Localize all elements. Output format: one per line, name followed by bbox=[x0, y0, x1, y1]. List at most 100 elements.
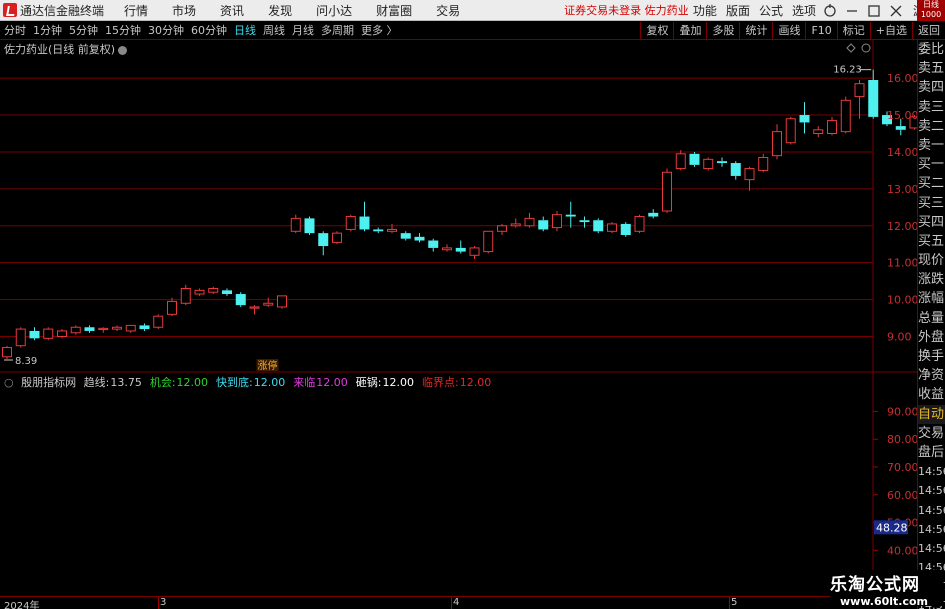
period-30min[interactable]: 30分钟 bbox=[148, 22, 184, 38]
candle-body-up[interactable] bbox=[180, 288, 191, 304]
candle-body-down[interactable] bbox=[222, 290, 232, 295]
candle-body-up[interactable] bbox=[153, 315, 164, 328]
period-more[interactable]: 更多 〉 bbox=[361, 22, 398, 38]
period-5min[interactable]: 5分钟 bbox=[69, 22, 98, 38]
candle-body-down[interactable] bbox=[895, 126, 906, 130]
menu-layout[interactable]: 版面 bbox=[726, 2, 750, 19]
side-panel-item[interactable]: 收益 bbox=[918, 385, 945, 404]
menu-options[interactable]: 选项 bbox=[792, 2, 816, 19]
side-panel-item[interactable]: 14:56 bbox=[918, 481, 945, 500]
candle-body-up[interactable] bbox=[387, 228, 397, 232]
side-panel-item[interactable]: 涨幅 bbox=[918, 289, 945, 308]
tool-draw[interactable]: 画线 bbox=[772, 22, 805, 39]
side-panel-item[interactable]: 14:56 bbox=[918, 501, 945, 520]
side-panel-item[interactable]: 卖四 bbox=[918, 78, 945, 97]
side-panel-item[interactable]: 现价 bbox=[918, 251, 945, 270]
candle-body-up[interactable] bbox=[827, 120, 837, 135]
candle-body-up[interactable] bbox=[15, 328, 26, 347]
side-panel-item[interactable]: 14:56 bbox=[918, 520, 945, 539]
menu-formula[interactable]: 公式 bbox=[759, 2, 783, 19]
candle-body-up[interactable] bbox=[758, 156, 769, 171]
side-panel-item[interactable]: 买二 bbox=[918, 174, 945, 193]
candle-body-up[interactable] bbox=[57, 330, 67, 337]
candle-body-down[interactable] bbox=[359, 216, 370, 230]
side-panel-item[interactable]: 净资 bbox=[918, 366, 945, 385]
tool-f10[interactable]: F10 bbox=[805, 22, 836, 39]
candle-body-down[interactable] bbox=[84, 327, 95, 331]
candle-body-up[interactable] bbox=[703, 158, 714, 170]
tool-adjust[interactable]: 复权 bbox=[640, 22, 673, 39]
circle-icon[interactable] bbox=[861, 43, 871, 53]
menu-function[interactable]: 功能 bbox=[693, 2, 717, 19]
candle-body-up[interactable] bbox=[263, 302, 274, 306]
period-multi[interactable]: 多周期 bbox=[321, 22, 354, 38]
side-panel-item[interactable]: 买三 bbox=[918, 194, 945, 213]
tool-back[interactable]: 返回 bbox=[912, 22, 945, 39]
menu-wealth[interactable]: 财富圈 bbox=[376, 2, 412, 19]
indicator-circle-icon[interactable]: ○ bbox=[4, 376, 14, 389]
candle-body-down[interactable] bbox=[565, 214, 576, 217]
minimize-icon[interactable] bbox=[844, 3, 860, 19]
login-notice[interactable]: 证券交易未登录 佐力药业 bbox=[564, 2, 689, 18]
candle-body-up[interactable] bbox=[290, 217, 301, 232]
candle-body-up[interactable] bbox=[43, 328, 54, 339]
period-monthly[interactable]: 月线 bbox=[292, 22, 314, 38]
candle-body-down[interactable] bbox=[579, 220, 590, 223]
candle-body-down[interactable] bbox=[318, 233, 329, 247]
candle-body-up[interactable] bbox=[785, 118, 796, 144]
candle-body-down[interactable] bbox=[538, 220, 549, 230]
candle-body-up[interactable] bbox=[249, 306, 260, 309]
candle-body-down[interactable] bbox=[799, 115, 810, 123]
candle-body-down[interactable] bbox=[428, 240, 439, 248]
tool-add-watchlist[interactable]: +自选 bbox=[869, 22, 912, 39]
period-15min[interactable]: 15分钟 bbox=[105, 22, 141, 38]
candle-body-up[interactable] bbox=[510, 223, 521, 227]
side-panel-item[interactable]: 卖二 bbox=[918, 117, 945, 136]
diamond-icon[interactable] bbox=[846, 43, 856, 53]
candle-body-up[interactable] bbox=[483, 230, 494, 253]
tool-overlay[interactable]: 叠加 bbox=[673, 22, 706, 39]
maximize-icon[interactable] bbox=[866, 3, 882, 19]
candle-body-up[interactable] bbox=[125, 324, 136, 332]
menu-discover[interactable]: 发现 bbox=[268, 2, 292, 19]
menu-market[interactable]: 市场 bbox=[172, 2, 196, 19]
candle-body-down[interactable] bbox=[730, 163, 741, 176]
side-panel-item[interactable]: 盘后 bbox=[918, 443, 945, 462]
candle-body-down[interactable] bbox=[29, 330, 40, 339]
candle-body-down[interactable] bbox=[868, 79, 879, 117]
candle-body-up[interactable] bbox=[607, 223, 617, 232]
candle-body-down[interactable] bbox=[139, 325, 150, 330]
candle-body-up[interactable] bbox=[675, 153, 686, 170]
period-1min[interactable]: 1分钟 bbox=[33, 22, 62, 38]
candle-body-up[interactable] bbox=[497, 225, 507, 232]
refresh-icon[interactable] bbox=[822, 3, 838, 19]
side-panel-item[interactable]: 总量 bbox=[918, 309, 945, 328]
side-panel-item[interactable]: 买一 bbox=[918, 155, 945, 174]
side-panel-item[interactable]: 14:56 bbox=[918, 462, 945, 481]
candle-body-down[interactable] bbox=[620, 223, 631, 235]
side-panel-item[interactable]: 卖一 bbox=[918, 136, 945, 155]
menu-ask[interactable]: 问小达 bbox=[316, 2, 352, 19]
candle-body-up[interactable] bbox=[772, 131, 782, 157]
candle-body-up[interactable] bbox=[167, 300, 177, 315]
indicator-name[interactable]: 殷朋指标网 bbox=[21, 376, 76, 389]
tool-multi-stock[interactable]: 多股 bbox=[706, 22, 739, 39]
candle-body-down[interactable] bbox=[689, 153, 700, 165]
candle-body-up[interactable] bbox=[2, 347, 12, 358]
candle-body-up[interactable] bbox=[524, 217, 535, 227]
candle-body-up[interactable] bbox=[345, 216, 356, 230]
settings-dot-icon[interactable] bbox=[118, 45, 128, 55]
candle-body-up[interactable] bbox=[634, 216, 645, 232]
candle-body-down[interactable] bbox=[648, 212, 659, 217]
kline-chart[interactable]: 16.00 15.00 14.00 13.00 12.00 11.00 10.00 9.00 9… bbox=[0, 40, 917, 609]
candle-body-down[interactable] bbox=[455, 247, 466, 252]
candle-body-up[interactable] bbox=[813, 129, 824, 135]
period-daily[interactable]: 日线 bbox=[234, 22, 256, 38]
side-panel-item[interactable]: 交易 bbox=[918, 424, 945, 443]
period-timeshare[interactable]: 分时 bbox=[4, 22, 26, 38]
menu-trade[interactable]: 交易 bbox=[436, 2, 460, 19]
candle-body-up[interactable] bbox=[552, 214, 562, 229]
candle-body-up[interactable] bbox=[70, 326, 81, 334]
side-panel-item[interactable]: 买四 bbox=[918, 213, 945, 232]
candle-body-up[interactable] bbox=[332, 232, 342, 243]
